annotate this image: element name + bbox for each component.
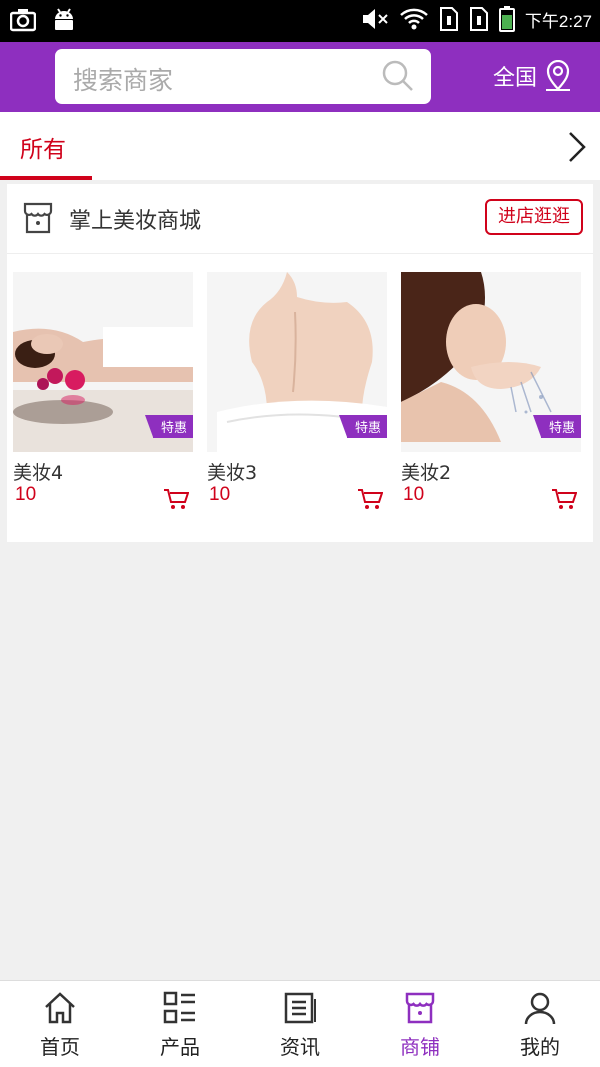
tab-all[interactable]: 所有 xyxy=(0,112,92,180)
product-price: 10 xyxy=(403,484,425,505)
status-time: 下午2:27 xyxy=(524,11,592,31)
product-name: 美妆2 xyxy=(401,462,452,484)
nav-me[interactable]: 我的 xyxy=(480,981,600,1067)
search-input[interactable]: 搜索商家 xyxy=(55,49,431,104)
product-image[interactable]: 特惠 xyxy=(13,272,193,452)
nav-shops[interactable]: 商铺 xyxy=(360,981,480,1067)
nav-label: 商铺 xyxy=(400,1035,440,1059)
wifi-icon xyxy=(400,8,428,30)
status-bar: 下午2:27 xyxy=(0,0,600,42)
nav-label: 我的 xyxy=(520,1035,560,1059)
nav-products[interactable]: 产品 xyxy=(120,981,240,1067)
nav-label: 资讯 xyxy=(280,1035,320,1059)
bottom-nav: 首页 产品 资讯 商铺 我的 xyxy=(0,980,600,1067)
region-label: 全国 xyxy=(493,66,538,91)
android-icon xyxy=(55,8,73,30)
product-image[interactable]: 特惠 xyxy=(401,272,581,452)
chevron-right-icon[interactable] xyxy=(566,130,588,164)
discount-badge: 特惠 xyxy=(144,415,193,438)
cart-icon[interactable] xyxy=(357,488,383,510)
region-selector[interactable]: 全国 xyxy=(493,60,573,92)
nav-home[interactable]: 首页 xyxy=(0,981,120,1067)
grid-list-icon xyxy=(163,991,195,1024)
nav-label: 首页 xyxy=(40,1035,80,1059)
visit-shop-button[interactable]: 进店逛逛 xyxy=(485,199,583,235)
search-icon[interactable] xyxy=(381,59,415,93)
search-placeholder: 搜索商家 xyxy=(73,66,174,95)
shop-header[interactable]: 掌上美妆商城 进店逛逛 xyxy=(7,184,593,254)
category-tabs: 所有 xyxy=(0,112,600,180)
product-name: 美妆4 xyxy=(13,462,64,484)
product-image[interactable]: 特惠 xyxy=(207,272,387,452)
product-card[interactable]: 特惠 美妆4 10 xyxy=(13,272,193,509)
news-icon xyxy=(284,992,316,1024)
location-pin-icon xyxy=(546,60,571,91)
product-name: 美妆3 xyxy=(207,462,258,484)
product-price: 10 xyxy=(209,484,231,505)
shop-card: 掌上美妆商城 进店逛逛 特惠 美妆4 10 特惠 美妆3 10 特惠 美妆2 1… xyxy=(7,184,593,542)
camera-icon xyxy=(10,9,36,32)
product-price: 10 xyxy=(15,484,37,505)
user-icon xyxy=(524,992,556,1025)
store-icon xyxy=(405,992,435,1024)
shop-name: 掌上美妆商城 xyxy=(69,209,202,234)
tab-underline xyxy=(0,176,92,180)
product-card[interactable]: 特惠 美妆2 10 xyxy=(401,272,581,509)
home-icon xyxy=(45,992,75,1024)
nav-news[interactable]: 资讯 xyxy=(240,981,360,1067)
discount-badge: 特惠 xyxy=(338,415,387,438)
nav-label: 产品 xyxy=(160,1035,200,1059)
sim1-icon xyxy=(439,7,458,31)
product-card[interactable]: 特惠 美妆3 10 xyxy=(207,272,387,509)
cart-icon[interactable] xyxy=(163,488,189,510)
sim2-icon xyxy=(469,7,488,31)
store-icon xyxy=(23,202,53,234)
discount-badge: 特惠 xyxy=(532,415,581,438)
tab-all-label: 所有 xyxy=(20,137,66,163)
battery-icon xyxy=(498,6,515,32)
mute-icon xyxy=(362,9,388,29)
product-list: 特惠 美妆4 10 特惠 美妆3 10 特惠 美妆2 10 xyxy=(13,272,587,512)
cart-icon[interactable] xyxy=(551,488,577,510)
header: 搜索商家 全国 xyxy=(0,42,600,112)
